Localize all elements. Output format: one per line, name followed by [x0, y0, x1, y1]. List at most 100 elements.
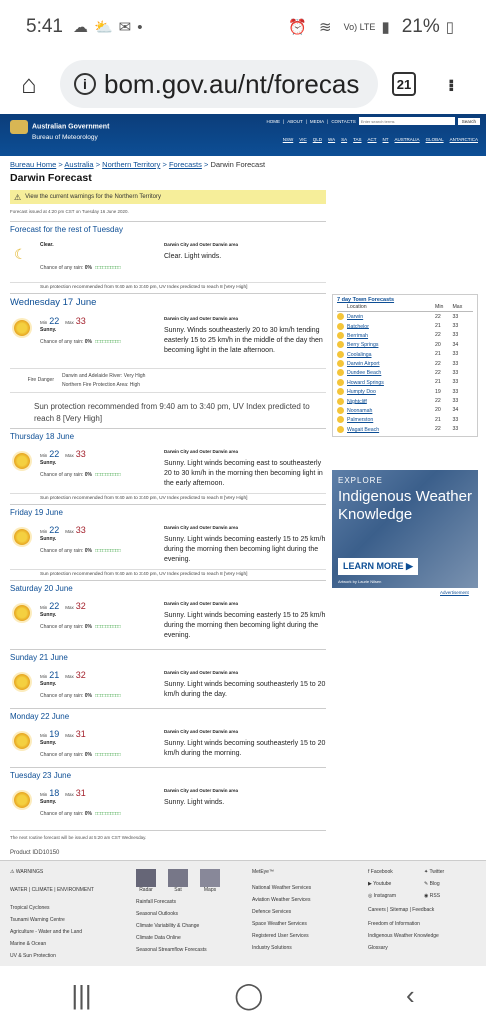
town-row[interactable]: Howard Springs 21 33	[337, 378, 473, 387]
town-row[interactable]: Wagait Beach 22 33	[337, 425, 473, 434]
town-row[interactable]: Humpty Doo 19 33	[337, 387, 473, 396]
nav-sa[interactable]: SA	[341, 137, 347, 142]
page-title: Darwin Forecast	[10, 172, 92, 184]
town-name[interactable]: Nightcliff	[337, 396, 435, 405]
footer-link[interactable]: UV & Sun Protection	[10, 953, 94, 959]
footer-link[interactable]: National Weather Services	[252, 885, 311, 891]
tab-switcher-button[interactable]: 21	[392, 72, 416, 96]
town-min: 22	[435, 398, 441, 405]
meteye-link[interactable]: MetEye™	[252, 869, 311, 875]
town-name[interactable]: Howard Springs	[337, 378, 435, 387]
nav-global[interactable]: GLOBAL	[426, 137, 444, 142]
info-icon[interactable]: i	[74, 73, 96, 95]
town-row[interactable]: Dundee Beach 22 33	[337, 368, 473, 377]
footer-link[interactable]: Marine & Ocean	[10, 941, 94, 947]
footer-link[interactable]: Climate Variability & Change	[136, 923, 220, 929]
back-icon[interactable]: ‹	[406, 980, 415, 1011]
link-about[interactable]: ABOUT	[287, 119, 303, 124]
town-name[interactable]: Humpty Doo	[337, 387, 435, 396]
rss-link[interactable]: ◉ RSS	[424, 893, 440, 899]
radar-icon[interactable]: Radar	[136, 869, 156, 893]
town-name[interactable]: Coolalinga	[337, 350, 435, 359]
nav-nsw[interactable]: NSW	[283, 137, 294, 142]
footer-link[interactable]: Climate Data Online	[136, 935, 220, 941]
crumb-australia[interactable]: Australia	[64, 160, 93, 169]
town-name[interactable]: Noonamah	[337, 406, 435, 415]
footer-link[interactable]: Freedom of Information	[368, 921, 444, 927]
nav-nt[interactable]: NT	[383, 137, 389, 142]
nav-antarctica[interactable]: ANTARCTICA	[450, 137, 478, 142]
footer-link[interactable]: Space Weather Services	[252, 921, 311, 927]
blog-link[interactable]: ✎ Blog	[424, 881, 440, 887]
rain-chance: Chance of any rain: 0% □□□□□□□□□□	[40, 811, 121, 817]
footer-link[interactable]: Glossary	[368, 945, 444, 951]
home-nav-icon[interactable]: ◯	[234, 980, 263, 1011]
town-name[interactable]: Batchelor	[337, 321, 435, 330]
recents-icon[interactable]: |||	[71, 980, 91, 1011]
town-name[interactable]: Darwin Airport	[337, 359, 435, 368]
twitter-link[interactable]: ✦ Twitter	[424, 869, 444, 875]
footer-link[interactable]: Aviation Weather Services	[252, 897, 311, 903]
youtube-link[interactable]: ▶ Youtube	[368, 881, 424, 887]
town-row[interactable]: Berry Springs 20 34	[337, 340, 473, 349]
town-row[interactable]: Noonamah 20 34	[337, 406, 473, 415]
careers-link[interactable]: Careers	[368, 907, 386, 913]
town-name[interactable]: Berry Springs	[337, 340, 435, 349]
warning-banner[interactable]: ⚠ View the current warnings for the Nort…	[10, 190, 326, 204]
home-icon[interactable]: ⌂	[14, 69, 44, 99]
footer-water[interactable]: WATER	[10, 887, 28, 893]
link-home[interactable]: HOME	[267, 119, 281, 124]
footer-link[interactable]: Indigenous Weather Knowledge	[368, 933, 444, 939]
footer-climate[interactable]: CLIMATE	[32, 887, 53, 893]
town-name[interactable]: Darwin	[337, 312, 435, 322]
sitemap-link[interactable]: Sitemap	[390, 907, 408, 913]
overflow-menu-icon[interactable]: ···	[437, 78, 464, 90]
town-name[interactable]: Berrimah	[337, 331, 435, 340]
footer-link[interactable]: Tsunami Warning Centre	[10, 917, 94, 923]
crumb-home[interactable]: Bureau Home	[10, 160, 56, 169]
address-bar[interactable]: i bom.gov.au/nt/forecas	[60, 60, 378, 108]
footer-link[interactable]: Agriculture - Water and the Land	[10, 929, 94, 935]
nav-vic[interactable]: VIC	[299, 137, 307, 142]
crumb-nt[interactable]: Northern Territory	[102, 160, 160, 169]
search-button[interactable]: Search	[457, 117, 480, 125]
advertisement-banner[interactable]: EXPLORE Indigenous Weather Knowledge LEA…	[332, 470, 478, 588]
min-max: Min 22 Max 33	[40, 316, 86, 326]
nav-tas[interactable]: TAS	[353, 137, 361, 142]
footer-link[interactable]: Industry Solutions	[252, 945, 311, 951]
town-row[interactable]: Palmerston 21 33	[337, 415, 473, 424]
footer-environment[interactable]: ENVIRONMENT	[57, 887, 94, 893]
town-name[interactable]: Palmerston	[337, 415, 435, 424]
condition: Clear.	[40, 242, 54, 248]
learn-more-button[interactable]: LEARN MORE ▶	[338, 558, 418, 575]
crumb-forecasts[interactable]: Forecasts	[169, 160, 202, 169]
footer-link[interactable]: Seasonal Streamflow Forecasts	[136, 947, 220, 953]
search-input[interactable]	[358, 117, 455, 125]
town-row[interactable]: Berrimah 22 33	[337, 331, 473, 340]
feedback-link[interactable]: Feedback	[412, 907, 434, 913]
footer-link[interactable]: Defence Services	[252, 909, 311, 915]
link-contacts[interactable]: CONTACTS	[331, 119, 355, 124]
footer-link[interactable]: Rainfall Forecasts	[136, 899, 220, 905]
town-row[interactable]: Darwin 22 33	[337, 312, 473, 322]
maps-icon[interactable]: Maps	[200, 869, 220, 893]
town-row[interactable]: Darwin Airport 22 33	[337, 359, 473, 368]
footer-link[interactable]: Tropical Cyclones	[10, 905, 94, 911]
bom-logo[interactable]: Australian Government Bureau of Meteorol…	[10, 120, 109, 142]
nav-wa[interactable]: WA	[328, 137, 335, 142]
footer-warnings[interactable]: ⚠ WARNINGS	[10, 869, 94, 875]
town-row[interactable]: Batchelor 21 33	[337, 321, 473, 330]
footer-link[interactable]: Seasonal Outlooks	[136, 911, 220, 917]
nav-australia[interactable]: AUSTRALIA	[395, 137, 420, 142]
town-name[interactable]: Wagait Beach	[337, 425, 435, 434]
satellite-icon[interactable]: Sat	[168, 869, 188, 893]
facebook-link[interactable]: f Facebook	[368, 869, 424, 875]
town-row[interactable]: Coolalinga 21 33	[337, 350, 473, 359]
instagram-link[interactable]: ◎ Instagram	[368, 893, 424, 899]
town-name[interactable]: Dundee Beach	[337, 368, 435, 377]
link-media[interactable]: MEDIA	[310, 119, 324, 124]
town-row[interactable]: Nightcliff 22 33	[337, 396, 473, 405]
nav-act[interactable]: ACT	[368, 137, 377, 142]
nav-qld[interactable]: QLD	[313, 137, 322, 142]
footer-link[interactable]: Registered User Services	[252, 933, 311, 939]
